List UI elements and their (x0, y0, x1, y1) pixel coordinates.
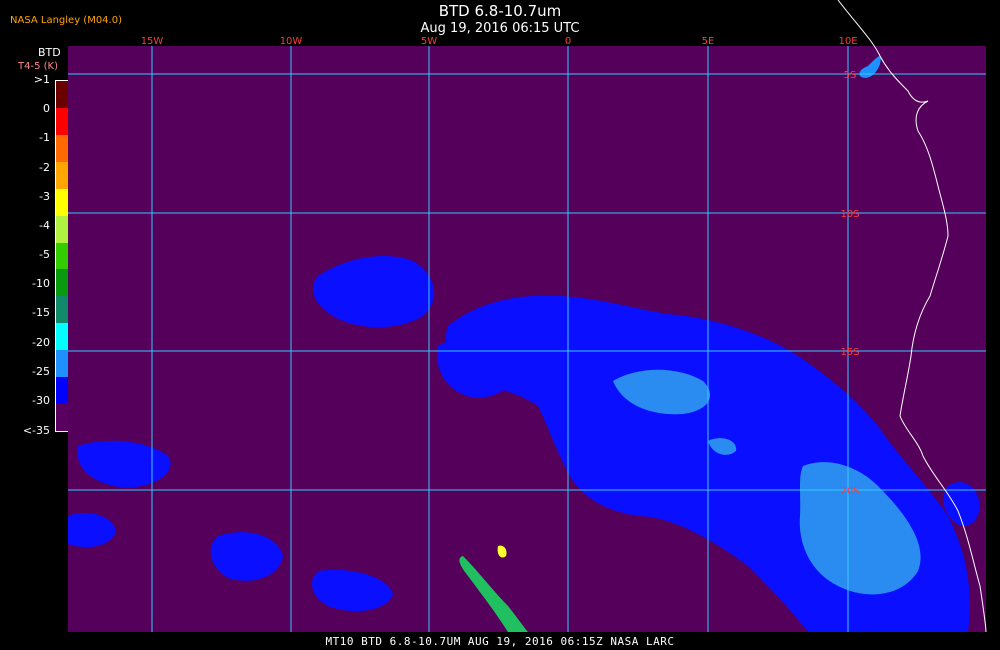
latitude-label: 10S (840, 209, 859, 220)
legend-label: -2 (39, 160, 50, 174)
longitude-label: 0 (565, 36, 571, 47)
legend-label: -10 (32, 277, 50, 291)
satellite-map: 15W 10W 5W 0 5E 10E 5S 10S 15S 20S (68, 0, 987, 633)
image-title: BTD 6.8-10.7um (438, 2, 562, 20)
longitude-label: 15W (141, 36, 164, 47)
legend-label: -3 (39, 189, 50, 203)
image-timestamp: Aug 19, 2016 06:15 UTC (420, 21, 580, 36)
latitude-label: 15S (840, 347, 859, 358)
legend-label: -4 (39, 218, 50, 232)
legend-label: >1 (33, 73, 50, 86)
longitude-label: 10E (838, 36, 857, 47)
legend-label: <-35 (22, 424, 50, 437)
legend-title: BTD (38, 46, 61, 59)
footer-caption: MT10 BTD 6.8-10.7UM AUG 19, 2016 06:15Z … (325, 635, 675, 648)
legend-label: -30 (32, 393, 50, 407)
longitude-label: 10W (280, 36, 303, 47)
legend-label: -15 (32, 306, 50, 320)
longitude-label: 5E (702, 36, 715, 47)
legend-label: -5 (39, 248, 50, 261)
legend-units: T4-5 (K) (18, 61, 58, 72)
legend-label: -20 (32, 335, 50, 349)
latitude-label: 20S (840, 486, 859, 497)
legend-label: 0 (43, 102, 50, 116)
latitude-label: 5S (844, 70, 857, 81)
legend-label: -25 (32, 364, 50, 378)
legend-label: -1 (39, 131, 50, 145)
longitude-label: 5W (421, 36, 437, 47)
